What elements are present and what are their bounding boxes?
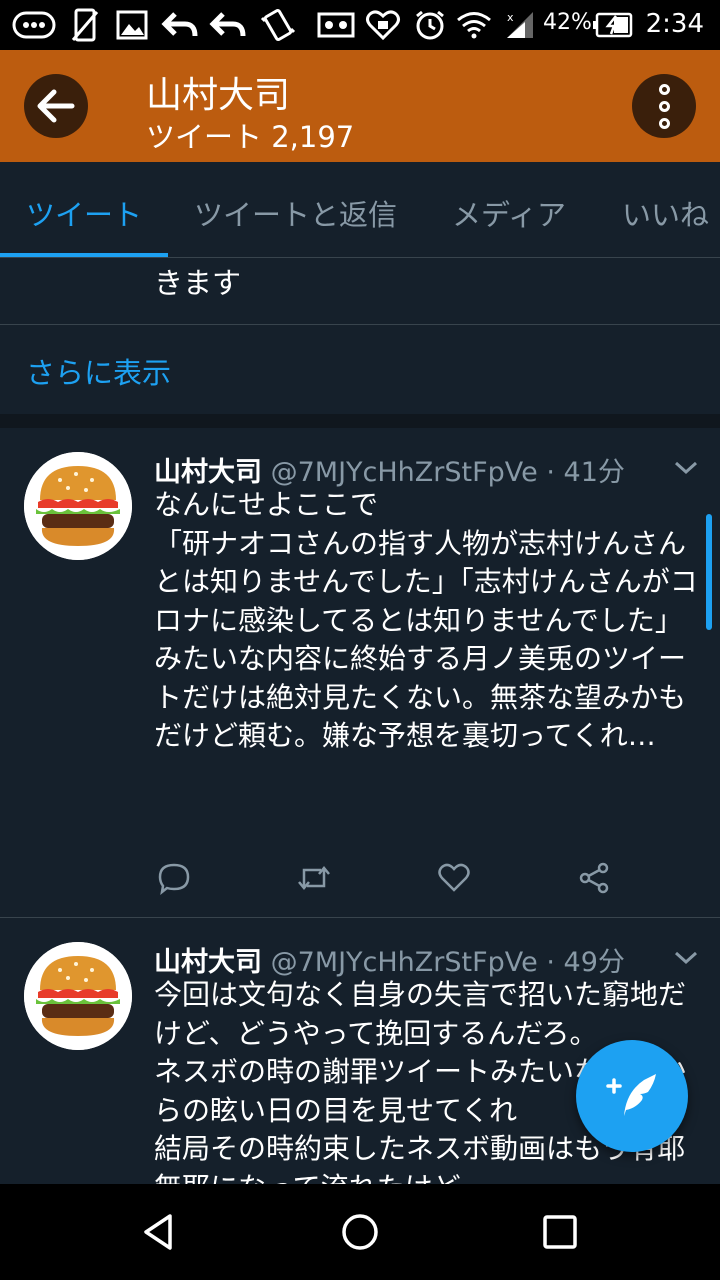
svg-text:x: x	[507, 11, 514, 24]
tab-tweets-and-replies[interactable]: ツイートと返信	[194, 192, 397, 234]
chevron-down-icon[interactable]	[672, 458, 700, 482]
tweet-text-tail: きます	[154, 266, 242, 300]
tab-likes[interactable]: いいね	[622, 192, 709, 234]
clock: 2:34	[645, 9, 704, 39]
tab-media[interactable]: メディア	[452, 192, 566, 234]
retweet-button[interactable]	[294, 858, 334, 898]
share-button[interactable]	[574, 858, 614, 898]
tweet-item[interactable]: 山村大司 @7MJYcHhZrStFpVe · 41分 なんにせよここで 「研ナ…	[0, 428, 720, 918]
tweet-count: ツイート 2,197	[146, 120, 355, 154]
show-more-link[interactable]: さらに表示	[26, 350, 171, 392]
retweet-icon	[298, 866, 330, 890]
battery-percent: 42%	[543, 10, 592, 35]
tweet-text: なんにせよここで 「研ナオコさんの指す人物が志村けんさんとは知りませんでした」「…	[154, 488, 698, 752]
section-gap	[0, 414, 720, 428]
profile-app-bar: 山村大司 ツイート 2,197	[0, 50, 720, 162]
share-icon	[579, 862, 609, 894]
tweet-header: 山村大司 @7MJYcHhZrStFpVe · 41分	[154, 450, 625, 489]
phone-no-sim-icon	[68, 8, 102, 42]
tweet-timestamp: 49分	[563, 947, 625, 978]
app-icon	[316, 8, 356, 42]
like-button[interactable]	[434, 858, 474, 898]
navigation-bar	[0, 1184, 720, 1280]
home-nav-button[interactable]	[336, 1208, 384, 1256]
divider	[0, 324, 720, 325]
tweet-actions	[154, 858, 634, 898]
heart-lock-icon	[364, 8, 402, 42]
compose-feather-icon	[606, 1074, 656, 1116]
signal-icon: x	[502, 8, 538, 42]
tab-tweets[interactable]: ツイート	[26, 192, 142, 234]
tweet-author-name[interactable]: 山村大司	[154, 457, 262, 488]
heart-icon	[438, 863, 470, 892]
profile-tabs: ツイート ツイートと返信 メディア いいね	[0, 162, 720, 258]
more-icon	[10, 8, 60, 42]
alarm-icon	[412, 8, 448, 42]
tweet-author-handle: @7MJYcHhZrStFpVe	[270, 457, 538, 488]
scroll-indicator	[706, 514, 712, 630]
chevron-down-icon[interactable]	[672, 948, 700, 972]
more-options-button[interactable]	[632, 74, 696, 138]
profile-name: 山村大司	[146, 75, 291, 116]
tweet-author-handle: @7MJYcHhZrStFpVe	[270, 947, 538, 978]
back-arrow-icon	[208, 8, 248, 42]
vibrate-icon	[258, 8, 298, 42]
more-dot-icon	[658, 117, 670, 129]
arrow-left-icon	[37, 89, 75, 123]
hamburger-avatar-icon	[24, 452, 132, 560]
tweet-timestamp: 41分	[563, 457, 625, 488]
separator: ·	[546, 947, 555, 978]
tweet-author-name[interactable]: 山村大司	[154, 947, 262, 978]
hamburger-avatar-icon	[24, 942, 132, 1050]
triangle-back-icon	[144, 1214, 172, 1250]
recents-nav-button[interactable]	[536, 1208, 584, 1256]
status-bar: x 42% 2:34	[0, 0, 720, 50]
avatar[interactable]	[24, 452, 132, 560]
back-arrow-icon	[160, 8, 200, 42]
battery-charging-icon	[592, 8, 634, 42]
avatar[interactable]	[24, 942, 132, 1050]
image-icon	[114, 8, 150, 42]
reply-button[interactable]	[154, 858, 194, 898]
separator: ·	[546, 457, 555, 488]
tweet-header: 山村大司 @7MJYcHhZrStFpVe · 49分	[154, 940, 625, 979]
compose-tweet-button[interactable]	[576, 1040, 688, 1152]
more-dot-icon	[658, 100, 670, 112]
back-nav-button[interactable]	[136, 1208, 184, 1256]
back-button[interactable]	[24, 74, 88, 138]
reply-icon	[158, 863, 190, 895]
square-recents-icon	[543, 1215, 577, 1249]
more-dot-icon	[658, 83, 670, 95]
wifi-icon	[454, 8, 494, 42]
circle-home-icon	[342, 1214, 378, 1250]
